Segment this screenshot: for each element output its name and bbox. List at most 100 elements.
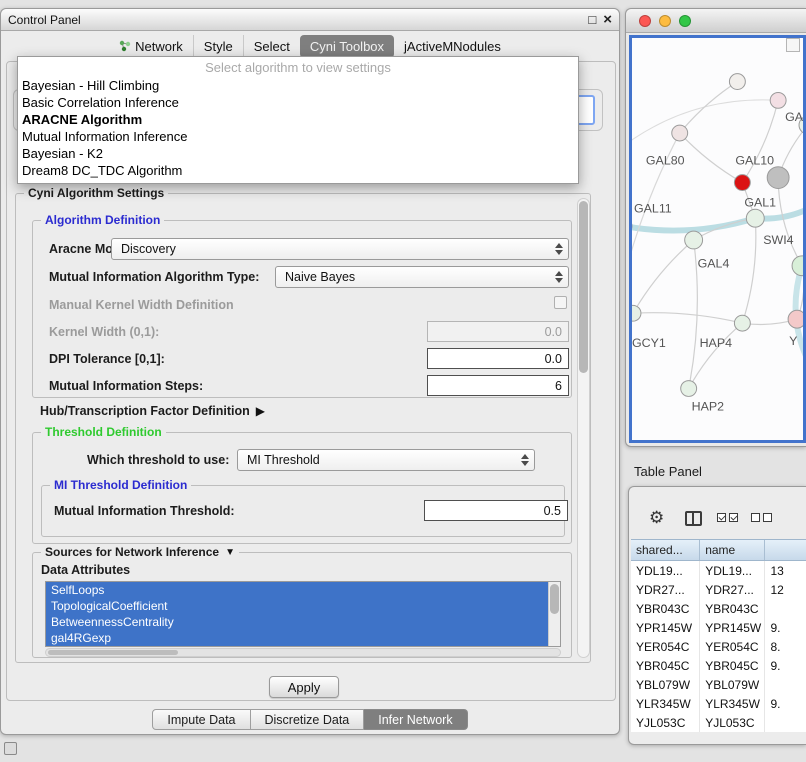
tab-discretize-data[interactable]: Discretize Data (251, 709, 365, 730)
close-icon[interactable]: × (603, 14, 612, 26)
network-edge[interactable] (742, 218, 756, 323)
tab-style[interactable]: Style (193, 35, 243, 58)
mac-close-button[interactable] (639, 15, 651, 27)
table-row[interactable]: YDR27...YDR27...12 (631, 580, 806, 599)
network-edge[interactable] (633, 313, 742, 323)
tab-style-label: Style (204, 39, 233, 54)
network-node[interactable] (734, 175, 750, 191)
network-edge[interactable] (778, 178, 802, 266)
threshold-definition-group: Threshold Definition Which threshold to … (32, 432, 572, 544)
mi-type-label: Mutual Information Algorithm Type: (49, 270, 259, 284)
tab-infer-network[interactable]: Infer Network (364, 709, 467, 730)
algorithm-option[interactable]: Dream8 DC_TDC Algorithm (18, 162, 578, 179)
attributes-hscrollbar-thumb[interactable] (48, 650, 178, 655)
gear-icon[interactable]: ⚙ (649, 509, 664, 526)
settings-scrollbar[interactable] (577, 198, 590, 658)
mi-steps-field[interactable]: 6 (427, 375, 569, 396)
kernel-width-field[interactable]: 0.0 (427, 321, 569, 342)
network-window-titlebar[interactable] (626, 9, 806, 33)
which-threshold-combo[interactable]: MI Threshold (237, 449, 535, 471)
table-row[interactable]: YPR145WYPR145W9. (631, 618, 806, 637)
node-label: GCY1 (632, 336, 666, 350)
control-panel-window: Control Panel □ × Network St (0, 8, 620, 735)
select-all-icon[interactable] (717, 513, 741, 522)
network-node[interactable] (734, 315, 750, 331)
sources-group: Sources for Network Inference ▼ Data Att… (32, 552, 572, 658)
network-edge[interactable] (632, 218, 755, 230)
mi-type-combo[interactable]: Naive Bayes (275, 266, 569, 288)
network-edge[interactable] (633, 240, 694, 313)
network-node[interactable] (672, 125, 688, 141)
network-node[interactable] (681, 381, 697, 397)
table-cell: YDL19... (631, 561, 700, 580)
attributes-scrollbar[interactable] (548, 582, 560, 646)
table-row[interactable]: YER054CYER054C8. (631, 637, 806, 656)
cyni-settings-title: Cyni Algorithm Settings (24, 186, 168, 201)
table-row[interactable]: YLR345WYLR345W9. (631, 694, 806, 713)
network-node[interactable] (729, 74, 745, 90)
attributes-scrollbar-thumb[interactable] (550, 584, 559, 614)
data-attribute-item[interactable]: SelfLoops (46, 582, 548, 598)
network-node[interactable] (746, 209, 764, 227)
mi-threshold-field[interactable]: 0.5 (424, 500, 568, 521)
settings-scrollbar-thumb[interactable] (579, 201, 588, 373)
network-node[interactable] (770, 92, 786, 108)
network-canvas[interactable]: GAL80GALGAL10GAL11GAL1SWI4GAL4GCY1HAP4YH… (632, 38, 803, 440)
table-cell: YBR043C (700, 599, 765, 618)
algorithm-option[interactable]: Basic Correlation Inference (18, 94, 578, 111)
node-label: HAP4 (700, 336, 733, 350)
hub-definition-toggle[interactable]: Hub/Transcription Factor Definition ▶ (40, 404, 265, 418)
attributes-hscrollbar[interactable] (45, 648, 561, 657)
data-attribute-item[interactable]: gal4RGexp (46, 630, 548, 646)
column-chooser-icon[interactable] (685, 511, 702, 526)
sources-title: Sources for Network Inference (45, 545, 219, 560)
apply-button[interactable]: Apply (269, 676, 339, 698)
mac-minimize-button[interactable] (659, 15, 671, 27)
network-node[interactable] (685, 231, 703, 249)
network-node[interactable] (788, 310, 803, 328)
table-row[interactable]: YDL19...YDL19...13 (631, 561, 806, 580)
data-attribute-item[interactable]: BetweennessCentrality (46, 614, 548, 630)
cyni-bottom-tabbar: Impute Data Discretize Data Infer Networ… (1, 709, 619, 730)
dpi-tolerance-field[interactable]: 0.0 (427, 348, 569, 369)
expanded-arrow-icon: ▼ (225, 545, 235, 560)
mac-zoom-button[interactable] (679, 15, 691, 27)
aracne-mode-combo[interactable]: Discovery (111, 238, 569, 260)
mi-threshold-group-title: MI Threshold Definition (50, 478, 191, 493)
network-node[interactable] (632, 305, 641, 321)
manual-kernel-checkbox[interactable] (554, 296, 567, 309)
table-row[interactable]: YBR045CYBR045C9. (631, 656, 806, 675)
table-cell: YER054C (631, 637, 700, 656)
panel-dock-icon[interactable] (4, 742, 17, 755)
column-header[interactable] (765, 540, 806, 560)
tab-cyni-toolbox[interactable]: Cyni Toolbox (300, 35, 394, 58)
network-node[interactable] (767, 167, 789, 189)
table-row[interactable]: YBR043CYBR043C (631, 599, 806, 618)
node-label: GAL10 (735, 154, 774, 168)
table-panel-window: ⚙ shared...name YDL19...YDL19...13YDR27.… (628, 486, 806, 745)
table-cell: YBL079W (631, 675, 700, 694)
tab-jactive-modules[interactable]: jActiveMNodules (394, 35, 511, 58)
control-panel-titlebar[interactable]: Control Panel □ × (1, 9, 619, 31)
algorithm-option[interactable]: Bayesian - Hill Climbing (18, 77, 578, 94)
data-attribute-item[interactable]: TopologicalCoefficient (46, 598, 548, 614)
algorithm-option[interactable]: Mutual Information Inference (18, 128, 578, 145)
table-row[interactable]: YBL079WYBL079W (631, 675, 806, 694)
column-header[interactable]: shared... (631, 540, 700, 560)
network-edge[interactable] (680, 133, 743, 183)
deselect-all-icon[interactable] (751, 513, 775, 522)
sources-toggle[interactable]: Sources for Network Inference ▼ (41, 545, 239, 560)
node-label: SWI4 (763, 233, 793, 247)
algorithm-option[interactable]: Bayesian - K2 (18, 145, 578, 162)
tab-impute-data[interactable]: Impute Data (152, 709, 250, 730)
algorithm-option[interactable]: ARACNE Algorithm (18, 111, 578, 128)
network-scrollbar-corner[interactable] (786, 38, 800, 52)
tab-select[interactable]: Select (243, 35, 300, 58)
network-edge[interactable] (680, 82, 738, 133)
tab-network[interactable]: Network (109, 35, 193, 58)
network-view-window: GAL80GALGAL10GAL11GAL1SWI4GAL4GCY1HAP4YH… (625, 8, 806, 447)
network-node[interactable] (792, 256, 803, 276)
column-header[interactable]: name (700, 540, 765, 560)
float-window-icon[interactable]: □ (588, 14, 596, 26)
table-row[interactable]: YJL053CYJL053C (631, 713, 806, 732)
